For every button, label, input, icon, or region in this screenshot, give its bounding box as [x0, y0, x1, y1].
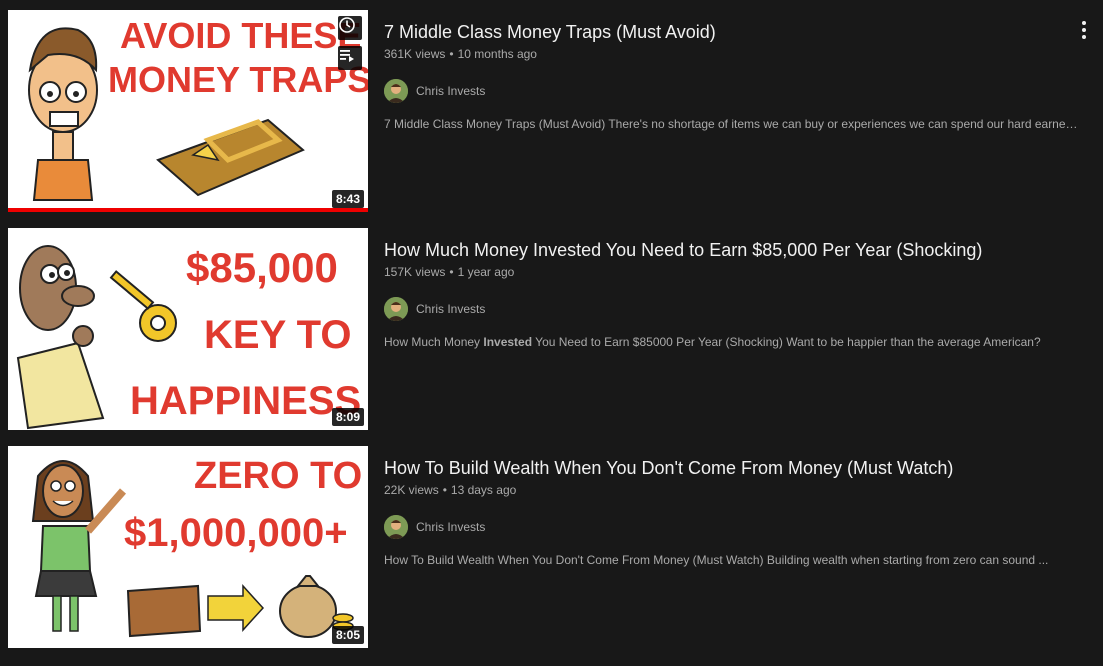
- thumbnail-text-line: AVOID THESE: [120, 15, 361, 56]
- snippet-highlight: Invested: [483, 335, 533, 349]
- more-vert-icon: [1082, 21, 1086, 25]
- thumbnail-text-line: $1,000,000+: [124, 511, 348, 555]
- upload-age: 10 months ago: [457, 47, 537, 61]
- channel-name[interactable]: Chris Invests: [416, 84, 485, 98]
- video-description-snippet: How To Build Wealth When You Don't Come …: [384, 553, 1084, 567]
- clock-icon: [339, 17, 355, 33]
- separator-dot: •: [449, 265, 454, 279]
- video-description-snippet: 7 Middle Class Money Traps (Must Avoid) …: [384, 117, 1084, 131]
- channel-avatar[interactable]: [384, 297, 408, 321]
- thumbnail-text-line: KEY TO: [204, 313, 351, 357]
- video-title[interactable]: How Much Money Invested You Need to Earn…: [384, 238, 1090, 262]
- video-meta: How To Build Wealth When You Don't Come …: [384, 446, 1090, 567]
- video-thumbnail[interactable]: ZERO TO $1,000,000+ 8:05: [8, 446, 368, 648]
- separator-dot: •: [449, 47, 454, 61]
- thumbnail-text-line: $85,000: [186, 244, 338, 291]
- thumbnail-art: $85,000 KEY TO HAPPINESS: [8, 228, 368, 430]
- video-thumbnail[interactable]: AVOID THESE MONEY TRAPS 8:43: [8, 10, 368, 212]
- search-results: AVOID THESE MONEY TRAPS 8:43 7 Middle Cl…: [0, 0, 1103, 666]
- channel-name[interactable]: Chris Invests: [416, 302, 485, 316]
- view-count: 361K views: [384, 47, 446, 61]
- thumbnail-art: ZERO TO $1,000,000+: [8, 446, 368, 648]
- video-description-snippet: How Much Money Invested You Need to Earn…: [384, 335, 1084, 349]
- upload-age: 1 year ago: [457, 265, 515, 279]
- more-actions-button[interactable]: [1074, 18, 1094, 42]
- channel-avatar[interactable]: [384, 79, 408, 103]
- channel-info[interactable]: Chris Invests: [384, 297, 1090, 321]
- video-duration: 8:09: [331, 408, 364, 426]
- watch-later-button[interactable]: [338, 16, 362, 40]
- video-title[interactable]: How To Build Wealth When You Don't Come …: [384, 456, 1090, 480]
- thumbnail-art: AVOID THESE MONEY TRAPS: [8, 10, 368, 212]
- snippet-text: You Need to Earn $85000 Per Year (Shocki…: [532, 335, 1041, 349]
- video-duration: 8:05: [331, 626, 364, 644]
- video-thumbnail[interactable]: $85,000 KEY TO HAPPINESS 8:09: [8, 228, 368, 430]
- view-count: 157K views: [384, 265, 446, 279]
- upload-age: 13 days ago: [450, 483, 517, 497]
- video-stats: 361K views • 10 months ago: [384, 47, 1090, 65]
- video-stats: 157K views • 1 year ago: [384, 265, 1090, 283]
- watch-progress-bar: [8, 208, 368, 212]
- thumbnail-text-line: HAPPINESS: [130, 379, 361, 423]
- video-meta: How Much Money Invested You Need to Earn…: [384, 228, 1090, 349]
- view-count: 22K views: [384, 483, 439, 497]
- thumbnail-text-line: MONEY TRAPS: [108, 59, 368, 100]
- queue-icon: [340, 50, 354, 62]
- snippet-text: How To Build Wealth When You Don't Come …: [384, 553, 1049, 567]
- more-vert-icon-dot: [1082, 35, 1086, 39]
- channel-info[interactable]: Chris Invests: [384, 515, 1090, 539]
- channel-name[interactable]: Chris Invests: [416, 520, 485, 534]
- video-title[interactable]: 7 Middle Class Money Traps (Must Avoid): [384, 20, 1090, 44]
- channel-info[interactable]: Chris Invests: [384, 79, 1090, 103]
- video-result[interactable]: ZERO TO $1,000,000+ 8:05 How To Build We…: [0, 446, 1103, 652]
- thumbnail-text-line: ZERO TO: [194, 455, 362, 497]
- video-stats: 22K views • 13 days ago: [384, 483, 1090, 501]
- video-result[interactable]: $85,000 KEY TO HAPPINESS 8:09 How Much M…: [0, 228, 1103, 434]
- snippet-text: How Much Money: [384, 335, 484, 349]
- channel-avatar[interactable]: [384, 515, 408, 539]
- video-duration: 8:43: [331, 190, 364, 208]
- more-vert-icon-dot: [1082, 28, 1086, 32]
- separator-dot: •: [442, 483, 447, 497]
- video-result[interactable]: AVOID THESE MONEY TRAPS 8:43 7 Middle Cl…: [0, 10, 1103, 216]
- snippet-text: 7 Middle Class Money Traps (Must Avoid) …: [384, 117, 1084, 131]
- video-meta: 7 Middle Class Money Traps (Must Avoid) …: [384, 10, 1090, 131]
- add-to-queue-button[interactable]: [338, 46, 362, 70]
